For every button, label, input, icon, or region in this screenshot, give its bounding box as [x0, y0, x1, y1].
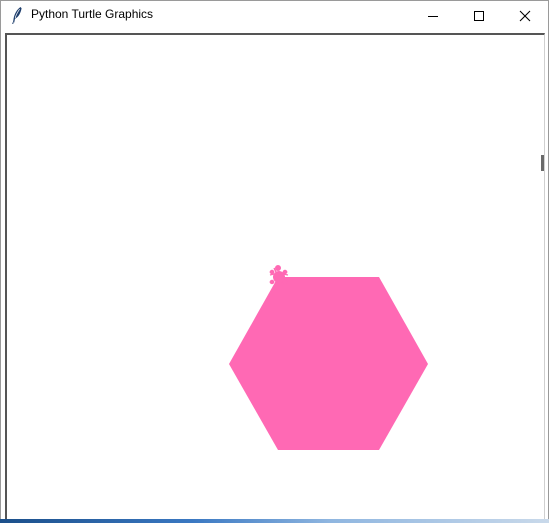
drawing-surface	[229, 265, 428, 450]
minimize-icon	[428, 15, 438, 17]
pink-hexagon	[229, 277, 428, 450]
scrollbar-edge[interactable]	[541, 155, 544, 171]
close-button[interactable]	[502, 1, 548, 30]
minimize-button[interactable]	[410, 1, 456, 30]
window-title: Python Turtle Graphics	[31, 7, 154, 21]
maximize-icon	[474, 10, 484, 21]
title-bar[interactable]: Python Turtle Graphics	[1, 1, 548, 30]
maximize-button[interactable]	[456, 1, 502, 30]
turtle-icon	[269, 265, 289, 285]
turtle-window: Python Turtle Graphics	[0, 0, 549, 523]
close-icon	[519, 10, 531, 21]
feather-icon	[10, 6, 24, 25]
taskbar-strip	[0, 519, 549, 523]
turtle-canvas[interactable]	[5, 33, 545, 521]
